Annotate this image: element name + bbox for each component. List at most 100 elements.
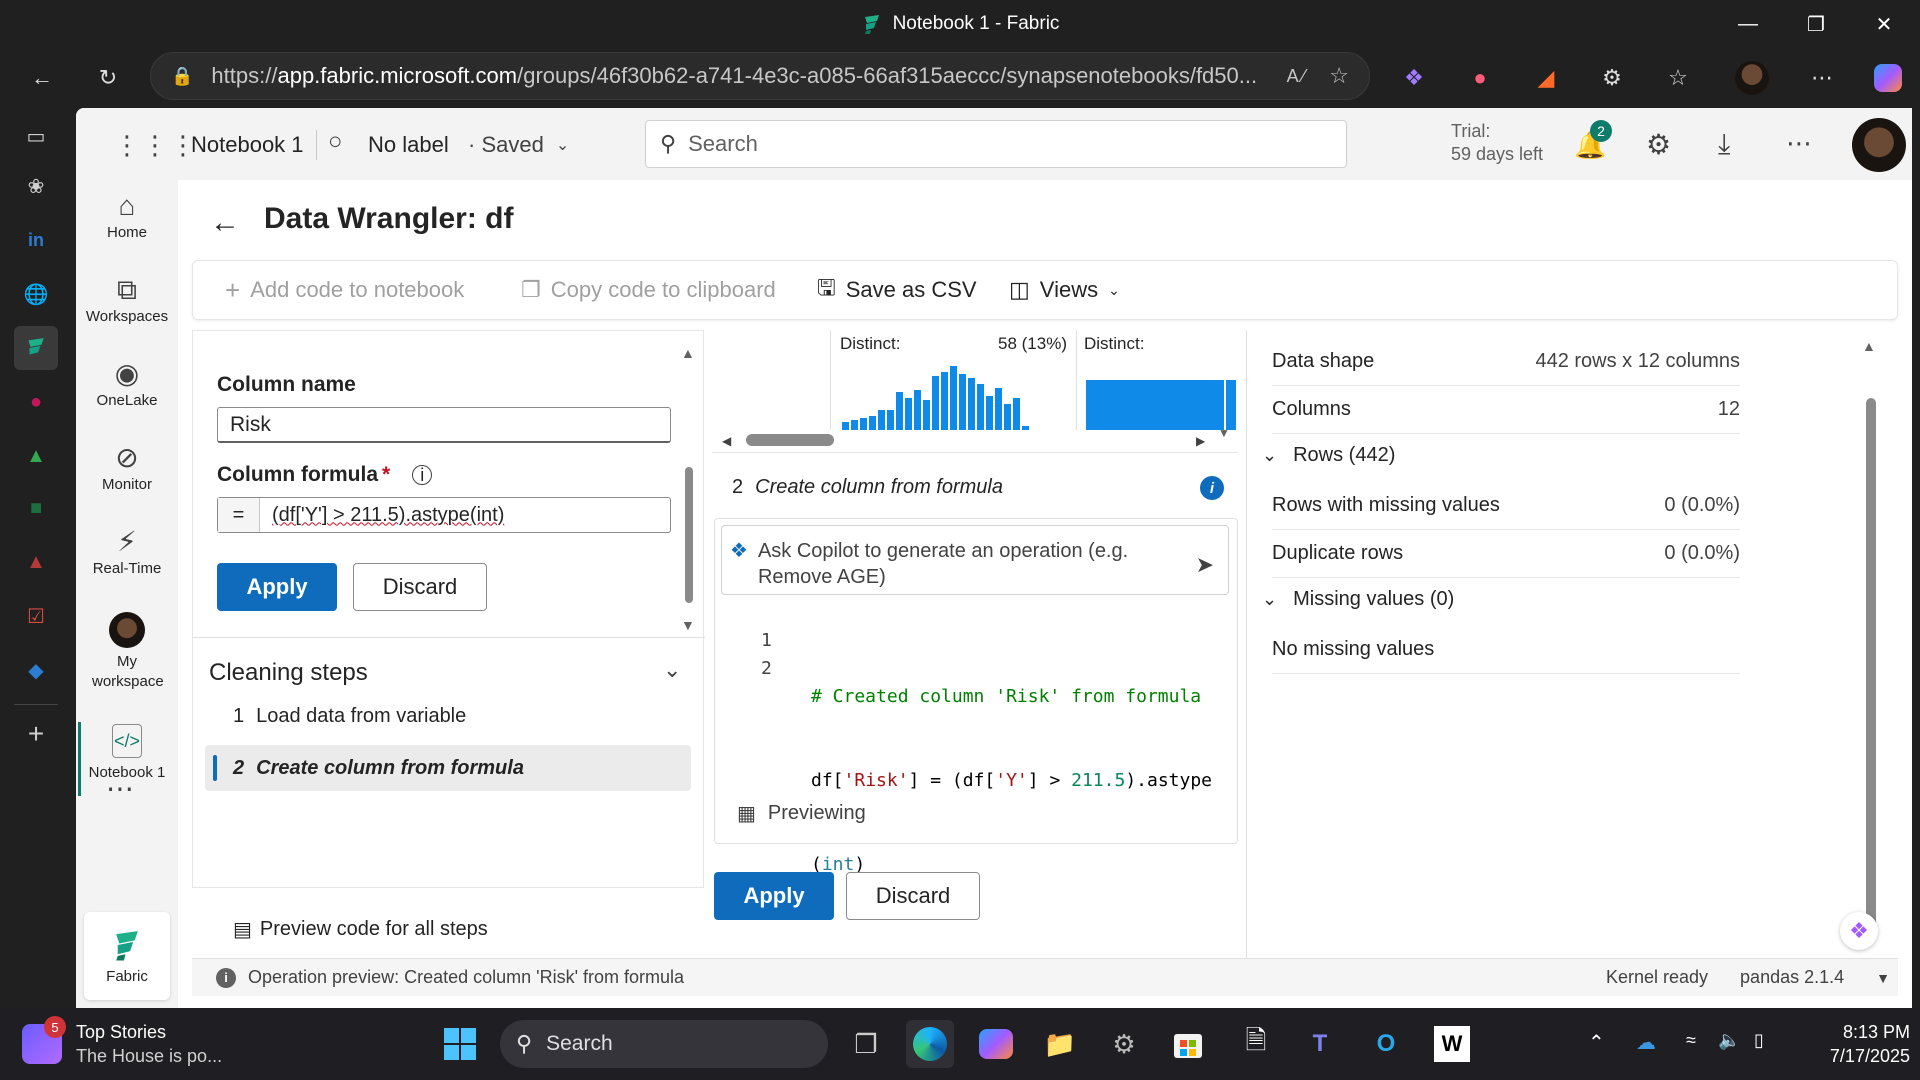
favorite-star-icon[interactable]: ☆ <box>1329 63 1349 89</box>
scroll-up-icon[interactable]: ▲ <box>681 345 695 361</box>
nav-item-monitor[interactable]: ⊘ Monitor <box>76 440 178 493</box>
sensitivity-label[interactable]: No label <box>368 132 449 158</box>
google-drive-icon[interactable]: ▲ <box>18 438 54 474</box>
rows-section-header[interactable]: ⌄ Rows (442) <box>1262 444 1395 467</box>
cleaning-step-2[interactable]: 2 Create column from formula <box>205 745 691 791</box>
user-avatar[interactable] <box>1852 118 1906 172</box>
status-scroll-down-icon[interactable]: ▼ <box>1876 970 1890 986</box>
notepad-icon[interactable]: 🗎 <box>1232 1020 1280 1068</box>
save-csv-button[interactable]: 🖫 Save as CSV <box>817 271 1009 309</box>
send-icon[interactable]: ➤ <box>1196 552 1214 578</box>
scrollbar-thumb[interactable] <box>685 467 693 603</box>
onedrive-icon[interactable]: ☁ <box>1636 1030 1656 1055</box>
more-options-icon[interactable]: ⋯ <box>1800 60 1844 96</box>
copilot-extension-icon[interactable]: ❖ <box>1392 60 1436 96</box>
extension-color-icon[interactable]: ● <box>1458 60 1502 96</box>
file-explorer-icon[interactable]: 📁 <box>1036 1020 1084 1068</box>
favorites-icon[interactable]: ☆ <box>1656 60 1700 96</box>
fabric-left-nav: ⌂ Home ⧉ Workspaces ◉ OneLake ⊘ Monitor … <box>76 180 178 1008</box>
missing-values-section-header[interactable]: ⌄ Missing values (0) <box>1262 588 1454 611</box>
globe-icon[interactable]: 🌐 <box>18 276 54 312</box>
outlook-icon[interactable]: O <box>1362 1020 1410 1068</box>
info-icon[interactable]: i <box>412 465 433 485</box>
taskbar-search[interactable]: ⚲ Search <box>500 1020 828 1068</box>
copilot-float-icon[interactable]: ❖ <box>1840 912 1878 950</box>
add-code-button[interactable]: + Add code to notebook <box>225 275 521 306</box>
clock[interactable]: 8:13 PM 7/17/2025 <box>1806 1020 1910 1068</box>
summary-scrollbar-thumb[interactable] <box>1866 398 1876 938</box>
more-icon[interactable]: ⋯ <box>1786 128 1812 159</box>
nav-item-real-time[interactable]: ⚡ Real-Time <box>76 524 178 577</box>
preview-all-code-link[interactable]: ▤ Preview code for all steps <box>233 917 488 942</box>
grid-scroll-down-icon[interactable]: ▼ <box>1218 426 1230 440</box>
battery-icon[interactable]: ▯ <box>1754 1030 1764 1051</box>
code-apply-button[interactable]: Apply <box>714 872 834 920</box>
trial-status[interactable]: Trial: 59 days left <box>1451 120 1543 166</box>
summary-scroll-up-icon[interactable]: ▲ <box>1862 338 1876 354</box>
volume-icon[interactable]: 🔈 <box>1718 1030 1740 1051</box>
start-button[interactable] <box>436 1020 484 1068</box>
edge-browser-icon[interactable] <box>906 1020 954 1068</box>
settings-icon[interactable]: ⚙ <box>1100 1020 1148 1068</box>
extensions-puzzle-icon[interactable]: ⚙ <box>1590 60 1634 96</box>
profile-avatar[interactable] <box>1730 60 1774 96</box>
discard-button[interactable]: Discard <box>353 563 487 611</box>
column-formula-input[interactable]: = (df['Y'] > 211.5).astype(int) <box>217 497 671 533</box>
nav-item-workspaces[interactable]: ⧉ Workspaces <box>76 272 178 325</box>
nav-item-my-workspace[interactable]: My workspace <box>76 612 178 692</box>
views-dropdown[interactable]: ◫ Views ⌄ <box>1009 277 1120 303</box>
back-icon[interactable]: ← <box>20 60 64 96</box>
microsoft-store-icon[interactable] <box>1164 1020 1212 1068</box>
more-nav-icon[interactable]: ⋯ <box>106 772 134 805</box>
app-blue-icon[interactable]: ◆ <box>18 652 54 688</box>
refresh-icon[interactable]: ↻ <box>86 60 130 96</box>
add-sidebar-app-icon[interactable]: + <box>18 716 54 752</box>
grid-scroll-left-icon[interactable]: ◀ <box>722 434 731 448</box>
previewing-status: ▦ Previewing <box>737 801 866 826</box>
copilot-prompt-input[interactable]: ❖ Ask Copilot to generate an operation (… <box>721 525 1229 595</box>
app-red-icon[interactable]: ▲ <box>18 544 54 580</box>
task-view-icon[interactable]: ❐ <box>842 1020 890 1068</box>
search-input[interactable]: ⚲ Search <box>645 120 1347 168</box>
app-launcher-icon[interactable]: ⋮⋮⋮ <box>114 130 198 161</box>
linkedin-icon[interactable]: in <box>18 222 54 258</box>
column-name-input[interactable]: Risk <box>217 407 671 443</box>
fabric-experience-switcher[interactable]: Fabric <box>84 912 170 1000</box>
collapse-chevron-icon[interactable]: ⌄ <box>663 657 681 683</box>
restore-button[interactable]: ❐ <box>1786 0 1846 48</box>
step-info-icon[interactable]: i <box>1200 476 1224 500</box>
minimize-button[interactable]: — <box>1718 0 1778 48</box>
edge-copilot-icon[interactable] <box>1866 60 1910 96</box>
download-icon[interactable]: ⤓ <box>1718 128 1730 161</box>
close-window-button[interactable]: ✕ <box>1854 0 1914 48</box>
grid-scroll-right-icon[interactable]: ▶ <box>1196 434 1205 448</box>
tab-actions-icon[interactable]: ▭ <box>18 118 54 154</box>
duplicate-rows-row: Duplicate rows 0 (0.0%) <box>1272 542 1740 578</box>
teams-icon[interactable]: T <box>1296 1020 1344 1068</box>
app-green-icon[interactable]: ■ <box>18 490 54 526</box>
app-pink-icon[interactable]: ● <box>18 384 54 420</box>
saved-status[interactable]: · Saved ⌄ <box>468 132 569 158</box>
settings-gear-icon[interactable]: ⚙ <box>1646 128 1671 161</box>
nav-item-onelake[interactable]: ◉ OneLake <box>76 356 178 409</box>
address-bar[interactable]: 🔒 https://app.fabric.microsoft.com/group… <box>150 52 1370 100</box>
app-w-icon[interactable]: W <box>1428 1020 1476 1068</box>
grid-horizontal-scrollbar[interactable] <box>746 434 834 446</box>
chatgpt-icon[interactable]: ❀ <box>18 168 54 204</box>
code-discard-button[interactable]: Discard <box>846 872 980 920</box>
wifi-icon[interactable]: ≈ <box>1686 1030 1696 1051</box>
apply-button[interactable]: Apply <box>217 563 337 611</box>
fabric-tab-icon[interactable] <box>14 326 58 370</box>
news-widget[interactable]: Top Stories The House is po... <box>76 1020 222 1068</box>
cleaning-step-1[interactable]: 1 Load data from variable <box>233 705 466 728</box>
copy-code-button[interactable]: ❐ Copy code to clipboard <box>521 277 817 303</box>
extension-orange-icon[interactable]: ◢ <box>1524 60 1568 96</box>
show-hidden-icons[interactable]: ⌃ <box>1588 1030 1605 1055</box>
read-aloud-icon[interactable]: A ⁄ <box>1287 66 1306 87</box>
notebook-name[interactable]: Notebook 1 <box>191 132 304 158</box>
scroll-down-icon[interactable]: ▼ <box>681 617 695 633</box>
m365-copilot-icon[interactable] <box>972 1020 1020 1068</box>
back-arrow-icon[interactable]: ← <box>210 206 240 240</box>
app-check-icon[interactable]: ☑ <box>18 598 54 634</box>
nav-item-home[interactable]: ⌂ Home <box>76 188 178 241</box>
